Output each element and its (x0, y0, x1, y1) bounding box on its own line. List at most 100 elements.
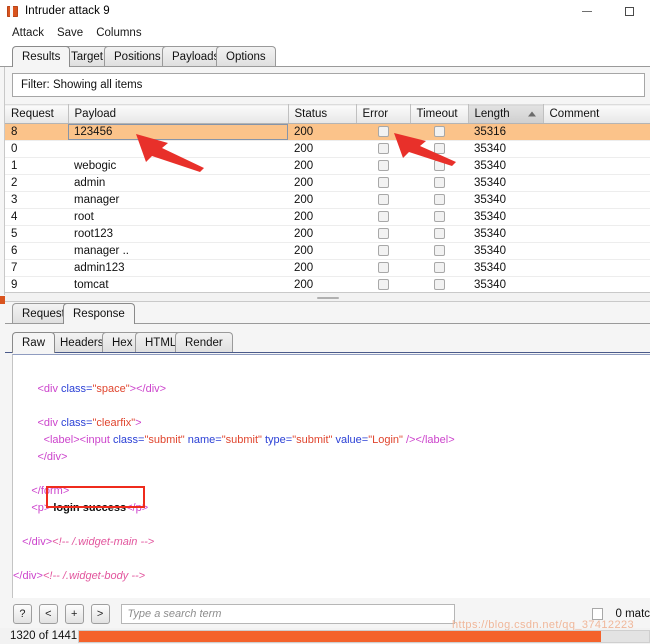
cell-timeout-checkbox[interactable] (433, 142, 445, 154)
cell-timeout-checkbox[interactable] (433, 193, 445, 205)
code-token-attr: class= (61, 417, 93, 429)
cell-timeout-checkbox[interactable] (433, 278, 445, 290)
results-table-container: Request Payload Status Error Timeout Len… (5, 104, 650, 292)
cell-error-checkbox[interactable] (377, 193, 389, 205)
cell-comment (543, 242, 650, 260)
table-row[interactable]: 5 root123 200 35340 (5, 225, 650, 243)
menu-item-attack[interactable]: Attack (12, 27, 44, 39)
column-header-length[interactable]: Length (468, 104, 544, 124)
cell-error-checkbox[interactable] (377, 227, 389, 239)
code-token-tag: ></div> (129, 383, 167, 395)
cell-timeout (410, 208, 468, 226)
cell-error-checkbox[interactable] (377, 159, 389, 171)
table-row[interactable]: 2 admin 200 35340 (5, 174, 650, 192)
column-header-length-label: Length (474, 108, 510, 120)
cell-timeout (410, 174, 468, 192)
table-row[interactable]: 7 admin123 200 35340 (5, 259, 650, 277)
column-header-comment[interactable]: Comment (543, 104, 650, 124)
cell-error-checkbox[interactable] (377, 278, 389, 290)
menu-item-save[interactable]: Save (57, 27, 83, 39)
cell-error-checkbox[interactable] (377, 176, 389, 188)
panel-splitter[interactable] (5, 292, 650, 302)
cell-request: 9 (5, 276, 68, 292)
table-row[interactable]: 8 123456 200 35316 (5, 123, 650, 141)
code-token-text: login success (50, 502, 127, 514)
cell-comment (543, 208, 650, 226)
cell-timeout (410, 242, 468, 260)
column-header-timeout[interactable]: Timeout (410, 104, 469, 124)
code-token-comment: <!-- /.widget-body --> (42, 570, 146, 582)
code-token-tag: </div> (37, 451, 68, 463)
column-header-error[interactable]: Error (356, 104, 411, 124)
cell-length: 35316 (468, 123, 543, 141)
cell-status: 200 (288, 123, 356, 141)
cell-length: 35340 (468, 191, 543, 209)
table-row[interactable]: 0 200 35340 (5, 140, 650, 158)
cell-timeout-checkbox[interactable] (433, 261, 445, 273)
next-button[interactable]: > (90, 604, 110, 624)
cell-status: 200 (288, 225, 356, 243)
cell-request: 6 (5, 242, 68, 260)
cell-payload: admin123 (68, 259, 288, 277)
filter-bar[interactable]: Filter: Showing all items (12, 73, 645, 97)
table-row[interactable]: 1 webogic 200 35340 (5, 157, 650, 175)
cell-request: 1 (5, 157, 68, 175)
cell-timeout-checkbox[interactable] (433, 244, 445, 256)
cell-timeout-checkbox[interactable] (433, 125, 445, 137)
column-header-request[interactable]: Request (5, 104, 69, 124)
tab-positions[interactable]: Positions (104, 46, 171, 67)
cell-status: 200 (288, 140, 356, 158)
cell-error-checkbox[interactable] (377, 125, 389, 137)
cell-timeout-checkbox[interactable] (433, 210, 445, 222)
table-row[interactable]: 9 tomcat 200 35340 (5, 276, 650, 292)
prev-button[interactable]: < (38, 604, 58, 624)
tab-results[interactable]: Results (12, 46, 71, 68)
table-row[interactable]: 4 root 200 35340 (5, 208, 650, 226)
help-button[interactable]: ? (13, 604, 32, 624)
tab-response[interactable]: Response (63, 303, 135, 325)
column-header-status[interactable]: Status (288, 104, 357, 124)
code-token-tag: </div> (22, 536, 53, 548)
response-body-panel[interactable]: <div class="space"></div> <div class="cl… (12, 354, 650, 598)
column-header-payload[interactable]: Payload (68, 104, 289, 124)
cell-comment (543, 225, 650, 243)
cell-comment (543, 140, 650, 158)
tab-raw[interactable]: Raw (12, 332, 56, 354)
cell-error-checkbox[interactable] (377, 244, 389, 256)
cell-error (356, 276, 410, 292)
cell-timeout-checkbox[interactable] (433, 159, 445, 171)
cell-length: 35340 (468, 276, 543, 292)
menu-item-columns[interactable]: Columns (96, 27, 141, 39)
table-row[interactable]: 3 manager 200 35340 (5, 191, 650, 209)
cell-error (356, 174, 410, 192)
code-token-tag: </form> (31, 485, 70, 497)
cell-timeout-checkbox[interactable] (433, 227, 445, 239)
cell-payload: manager .. (68, 242, 288, 260)
code-token-tag: <label><input (43, 434, 113, 446)
cell-payload: root123 (68, 225, 288, 243)
minimize-button[interactable] (566, 0, 608, 22)
maximize-button[interactable] (608, 0, 650, 22)
cell-status: 200 (288, 259, 356, 277)
view-tab-strip: Raw Headers Hex HTML Render (5, 329, 650, 354)
cell-request: 5 (5, 225, 68, 243)
cell-error-checkbox[interactable] (377, 261, 389, 273)
code-token-tag: <div (37, 383, 61, 395)
cell-request: 0 (5, 140, 68, 158)
add-button[interactable]: + (64, 604, 84, 624)
tab-options[interactable]: Options (216, 46, 276, 67)
table-row[interactable]: 6 manager .. 200 35340 (5, 242, 650, 260)
cell-timeout-checkbox[interactable] (433, 176, 445, 188)
code-line: </div><!-- /.widget-main --> (13, 534, 650, 551)
tab-render[interactable]: Render (175, 332, 233, 353)
cell-error-checkbox[interactable] (377, 210, 389, 222)
cell-status: 200 (288, 191, 356, 209)
cell-error (356, 225, 410, 243)
minimize-icon (582, 10, 592, 12)
cell-error-checkbox[interactable] (377, 142, 389, 154)
search-input[interactable]: Type a search term (120, 604, 456, 624)
cell-timeout (410, 123, 468, 141)
splitter-grip (316, 297, 339, 299)
